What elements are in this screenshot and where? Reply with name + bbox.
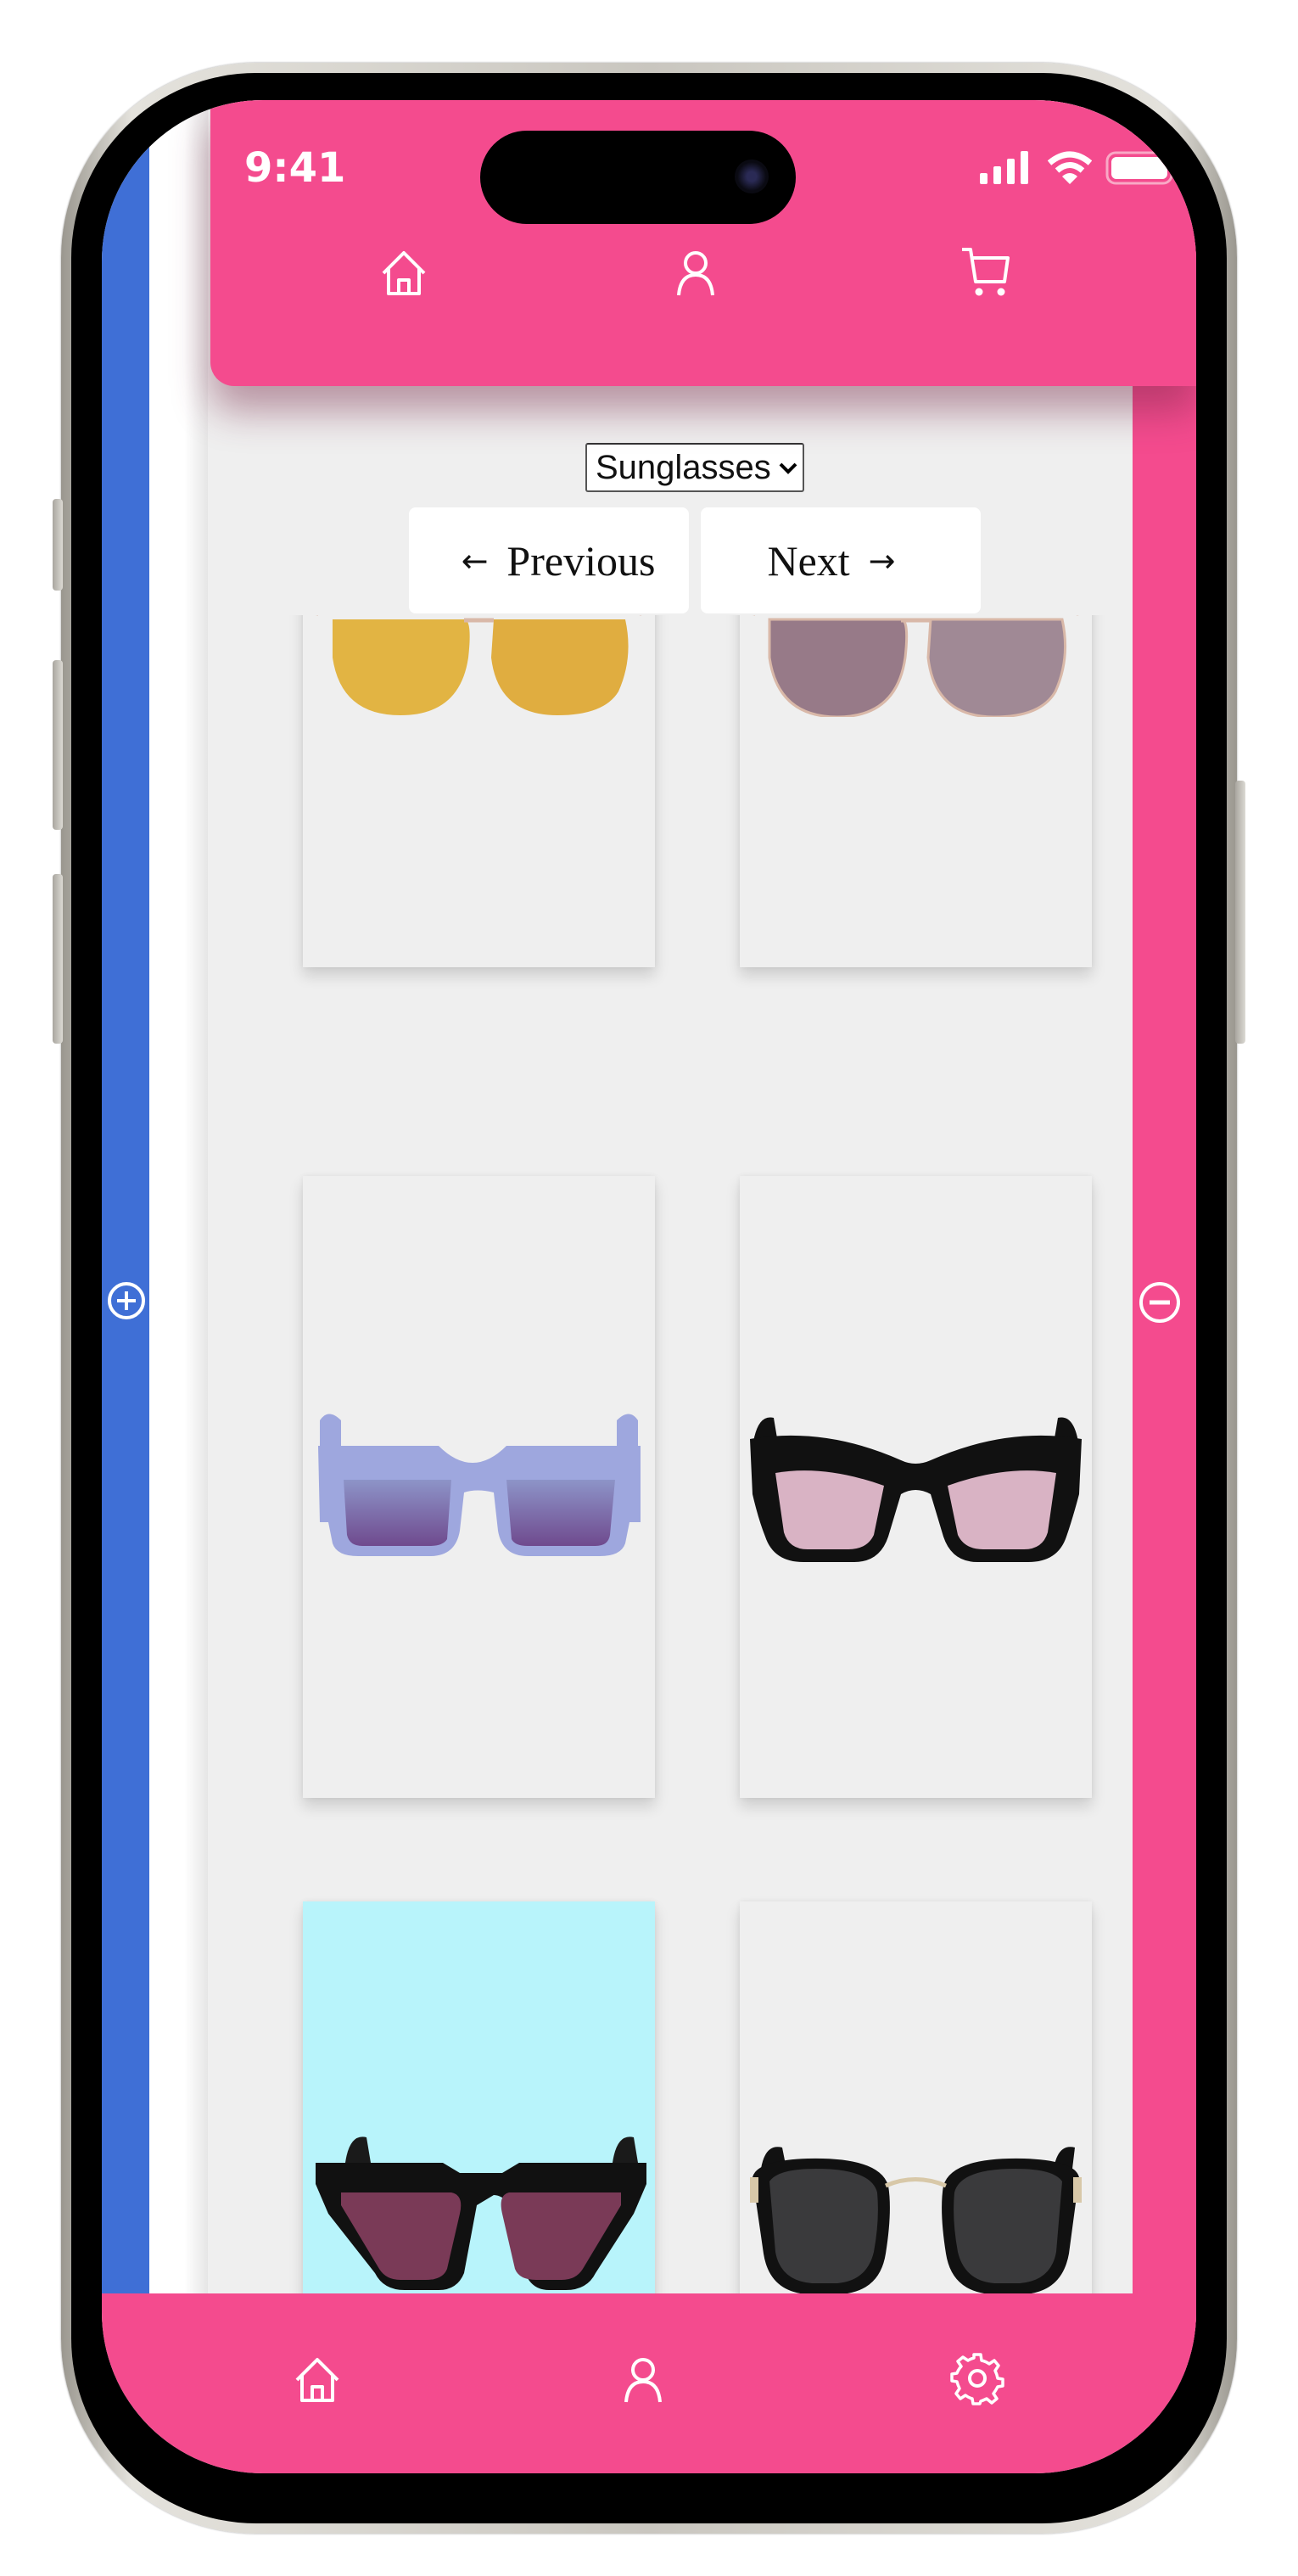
cart-icon [962,248,1010,296]
previous-button[interactable]: ← Previous [409,507,689,613]
camera-icon [735,160,769,193]
collapse-button[interactable] [1139,1281,1181,1324]
home-icon [382,251,426,295]
dynamic-island [480,131,796,224]
chevron-down-icon [778,453,798,482]
product-card[interactable] [303,615,655,967]
minus-circle-icon [1139,1282,1180,1323]
product-card[interactable] [303,1176,655,1798]
aviator-sunglasses-image [753,615,1079,717]
expand-button[interactable] [107,1281,146,1320]
cellular-signal-icon [980,151,1028,184]
product-card[interactable] [740,1901,1092,2293]
product-grid [208,615,1133,2293]
arrow-left-icon: ← [461,541,489,580]
product-card[interactable] [303,1901,655,2293]
cat-eye-sunglasses-image [316,2136,646,2290]
round-metal-sunglasses-image [750,2147,1082,2293]
wayfarer-sunglasses-image [750,1417,1082,1562]
top-nav-home[interactable] [377,246,431,300]
wifi-icon [1048,151,1092,184]
next-button[interactable]: Next → [701,507,981,613]
volume-up-button [53,660,63,830]
arrow-right-icon: → [868,541,896,580]
top-nav-profile[interactable] [669,246,723,300]
home-icon [295,2358,339,2402]
screen: Sunglasses ← Previous Next → 9:41 [102,100,1196,2473]
product-card[interactable] [740,1176,1092,1798]
action-button [53,499,63,591]
category-select[interactable]: Sunglasses [585,443,804,492]
gear-icon [950,2353,1004,2405]
status-icons [980,151,1183,193]
plus-circle-icon [108,1282,145,1319]
product-card[interactable] [740,615,1092,967]
volume-down-button [53,874,63,1044]
bottom-nav-profile[interactable] [616,2353,670,2407]
left-drawer-strip[interactable] [102,100,149,2293]
bottom-nav-home[interactable] [290,2353,344,2407]
drawer-shadow-strip [149,100,208,2293]
square-sunglasses-image [318,1414,641,1556]
bottom-nav-bar [102,2293,1196,2473]
status-time: 9:41 [244,144,346,192]
power-button [1235,781,1245,1044]
category-select-value: Sunglasses [596,448,771,486]
battery-icon [1105,151,1178,185]
top-nav-cart[interactable] [959,244,1013,299]
bottom-nav-settings[interactable] [950,2351,1004,2405]
previous-label: Previous [506,536,656,585]
aviator-sunglasses-image [316,615,642,715]
next-label: Next [767,536,850,585]
user-icon [677,251,714,296]
user-icon [624,2358,662,2403]
